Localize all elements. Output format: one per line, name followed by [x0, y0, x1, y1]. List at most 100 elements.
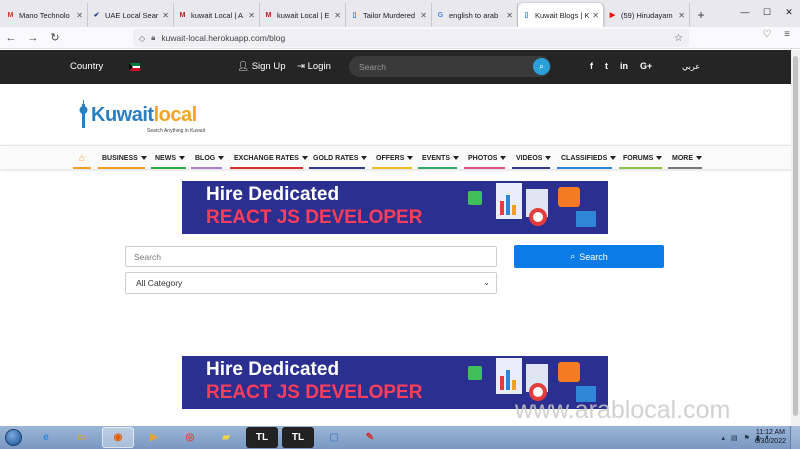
show-desktop-button[interactable] — [790, 426, 800, 449]
caret-down-icon — [140, 156, 147, 160]
menu-label: CLASSIFIEDS — [561, 154, 608, 162]
gmail-icon: M — [7, 11, 14, 19]
menu-item-forums[interactable]: FORUMS — [619, 146, 663, 170]
new-tab-button[interactable]: + — [690, 3, 712, 27]
caret-down-icon — [179, 156, 185, 160]
logo-tagline: Search Anything in Kuwait — [147, 128, 206, 134]
reload-icon[interactable]: ↻ — [44, 28, 66, 48]
ad-banner[interactable]: Hire Dedicated REACT JS DEVELOPER — [182, 181, 608, 234]
tl-app-icon[interactable]: TL — [246, 427, 278, 448]
menu-item-classifieds[interactable]: CLASSIFIEDS — [557, 146, 617, 170]
menu-item-more[interactable]: MORE — [668, 146, 702, 170]
menu-item-gold-rates[interactable]: GOLD RATES — [309, 146, 368, 170]
menu-icon[interactable]: ≡ — [780, 29, 794, 40]
sticky-notes-icon[interactable]: ▰ — [210, 427, 242, 448]
address-bar[interactable]: ◇ 🔒︎ kuwait-local.herokuapp.com/blog ☆ — [133, 29, 689, 47]
start-button[interactable] — [0, 427, 26, 449]
flag-icon[interactable]: ⚑ — [744, 434, 750, 442]
page-icon: ▯ — [524, 12, 529, 19]
user-icon: 👤︎ — [237, 61, 250, 72]
shield-icon: ◇ — [139, 33, 146, 43]
search-icon[interactable]: ⌕ — [533, 58, 550, 75]
forward-icon[interactable]: → — [22, 28, 44, 48]
site-logo[interactable]: Kuwaitlocal Search Anything in Kuwait — [79, 96, 219, 138]
menu-label: NEWS — [155, 154, 176, 162]
chrome-icon[interactable]: ◎ — [174, 427, 206, 448]
back-icon[interactable]: ← — [0, 28, 22, 48]
menu-item-exchange-rates[interactable]: EXCHANGE RATES — [230, 146, 308, 170]
close-icon[interactable]: ✕ — [76, 11, 83, 20]
browser-tab-label: english to arab — [449, 10, 499, 20]
browser-tab[interactable]: M kuwait Local | A ✕ — [174, 3, 260, 27]
internet-explorer-icon[interactable]: e — [30, 427, 62, 448]
browser-tab[interactable]: M Mano Technolo ✕ — [2, 3, 88, 27]
chevron-up-icon[interactable]: ▴ — [722, 434, 726, 442]
kuwait-flag-icon[interactable] — [129, 63, 140, 72]
menu-label: BLOG — [195, 154, 216, 162]
file-explorer-icon[interactable]: ▭ — [66, 427, 98, 448]
browser-tab[interactable]: M kuwait Local | E ✕ — [260, 3, 346, 27]
maximize-icon[interactable]: ☐ — [756, 0, 778, 24]
browser-tab[interactable]: G english to arab ✕ — [432, 3, 518, 27]
browser-toolbar: ← → ↻ ◇ 🔒︎ kuwait-local.herokuapp.com/bl… — [0, 27, 800, 49]
scrollbar-thumb[interactable] — [793, 56, 798, 416]
taskbar-clock[interactable]: 11:12 AM 6/30/2022 — [755, 428, 786, 446]
search-input[interactable]: Search — [125, 246, 497, 267]
window-icon[interactable]: ▢ — [318, 427, 350, 448]
browser-tab-label: (59) Hirudayam — [621, 10, 673, 20]
menu-item-business[interactable]: BUSINESS — [98, 146, 147, 170]
close-icon[interactable]: ✕ — [248, 11, 255, 20]
menu-item-blog[interactable]: BLOG — [191, 146, 225, 170]
caret-down-icon — [656, 156, 663, 160]
tower-icon — [79, 100, 88, 128]
menu-item-photos[interactable]: PHOTOS — [464, 146, 507, 170]
language-switch[interactable]: عربي — [682, 62, 700, 71]
country-selector[interactable]: Country — [70, 61, 103, 72]
close-icon[interactable]: ✕ — [162, 11, 169, 20]
main-menu: ⌂ BUSINESS NEWS BLOG EXCHANGE RATES GOLD… — [0, 145, 800, 169]
home-icon[interactable]: ⌂ — [73, 146, 91, 170]
clock-date: 6/30/2022 — [754, 438, 786, 445]
minimize-icon[interactable]: — — [734, 0, 756, 24]
login-link[interactable]: ⇥ Login — [297, 61, 331, 72]
pocket-icon[interactable]: ♡ — [760, 29, 774, 40]
twitter-icon[interactable]: t — [605, 61, 608, 71]
caret-down-icon — [453, 156, 460, 160]
browser-tab-label: Tailor Murdered — [363, 10, 416, 20]
menu-label: BUSINESS — [102, 154, 138, 162]
facebook-icon[interactable]: f — [590, 61, 593, 71]
page-scrollbar[interactable] — [791, 50, 800, 426]
close-icon[interactable]: ✕ — [506, 11, 513, 20]
browser-tab[interactable]: ▯ Tailor Murdered ✕ — [346, 3, 432, 27]
browser-tab[interactable]: ✔ UAE Local Sear ✕ — [88, 3, 174, 27]
close-icon[interactable]: ✕ — [592, 11, 599, 20]
bookmark-star-icon[interactable]: ☆ — [674, 33, 683, 44]
menu-item-videos[interactable]: VIDEOS — [512, 146, 552, 170]
menu-item-offers[interactable]: OFFERS — [372, 146, 414, 170]
tl-app-icon[interactable]: TL — [282, 427, 314, 448]
close-icon[interactable]: ✕ — [420, 11, 427, 20]
caret-down-icon — [500, 156, 507, 160]
linkedin-icon[interactable]: in — [620, 61, 628, 71]
browser-tab[interactable]: ▶ (59) Hirudayam ✕ — [604, 3, 690, 27]
network-icon[interactable]: ▤ — [731, 434, 738, 442]
ad-headline: Hire Dedicated — [206, 184, 340, 205]
close-icon[interactable]: ✕ — [334, 11, 341, 20]
media-player-icon[interactable]: ▶ — [138, 427, 170, 448]
browser-tab-active[interactable]: ▯ Kuwait Blogs | K ✕ — [518, 3, 604, 27]
search-button[interactable]: ⌕ Search — [514, 245, 664, 268]
menu-item-events[interactable]: EVENTS — [418, 146, 460, 170]
signup-link[interactable]: 👤︎ Sign Up — [237, 61, 286, 72]
close-window-icon[interactable]: ✕ — [778, 0, 800, 24]
menu-item-news[interactable]: NEWS — [151, 146, 186, 170]
search-icon: ⌕ — [570, 251, 576, 261]
caret-down-icon — [545, 156, 552, 160]
category-value: All Category — [136, 278, 183, 288]
paint-icon[interactable]: ✎ — [354, 427, 386, 448]
search-placeholder: Search — [134, 251, 161, 262]
header-search-input[interactable]: Search ⌕ — [349, 56, 551, 77]
close-icon[interactable]: ✕ — [678, 11, 685, 20]
firefox-icon[interactable]: ◉ — [102, 427, 134, 448]
google-plus-icon[interactable]: G+ — [640, 61, 652, 71]
category-select[interactable]: All Category ⌄ — [125, 272, 497, 294]
